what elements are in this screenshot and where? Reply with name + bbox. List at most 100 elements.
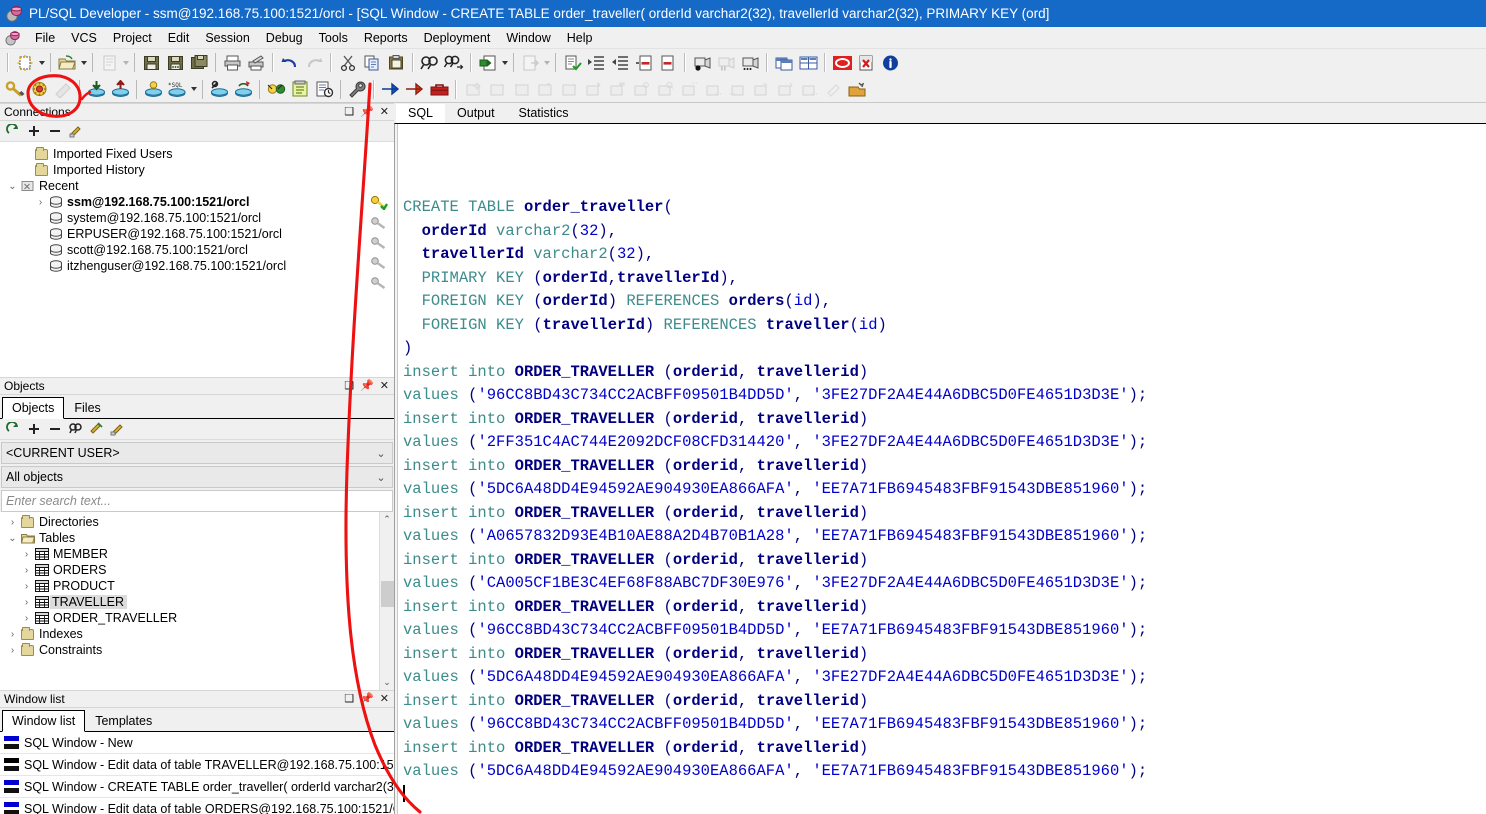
sql-code-line[interactable]: values ('CA005CF1BE3C4EF68F88ABC7DF30E97… (403, 572, 1486, 596)
menu-vcs[interactable]: VCS (63, 29, 105, 47)
cut-icon[interactable] (336, 51, 360, 74)
sql-code-line[interactable]: insert into ORDER_TRAVELLER (orderid, tr… (403, 408, 1486, 432)
connections-toolbar[interactable] (0, 121, 394, 142)
filter-icon[interactable] (87, 420, 106, 439)
tree-item[interactable]: Imported Fixed Users (0, 146, 394, 162)
menu-edit[interactable]: Edit (160, 29, 198, 47)
tree-item[interactable]: › Indexes (0, 626, 379, 642)
sql-code-line[interactable]: CREATE TABLE order_traveller( (403, 196, 1486, 220)
outdent-icon[interactable] (608, 51, 632, 74)
sql-code-line[interactable]: values ('2FF351C4AC744E2092DCF08CFD31442… (403, 431, 1486, 455)
print-setup-icon[interactable] (244, 51, 268, 74)
tree-expander-icon[interactable]: ⌄ (6, 181, 19, 192)
menu-session[interactable]: Session (197, 29, 257, 47)
tree-item[interactable]: system@192.168.75.100:1521/orcl (0, 210, 394, 226)
sql-code-line[interactable]: values ('5DC6A48DD4E94592AE904930EA866AF… (403, 666, 1486, 690)
pdf-icon[interactable] (854, 51, 878, 74)
objects-toolbar[interactable] (0, 419, 394, 440)
import-icon[interactable] (476, 51, 500, 74)
tree-expander-icon[interactable]: › (6, 517, 19, 528)
sql-code-line[interactable]: ) (403, 337, 1486, 361)
sql-code-line[interactable]: orderId varchar2(32), (403, 220, 1486, 244)
sql-code-line[interactable]: values ('96CC8BD43C734CC2ACBFF09501B4DD5… (403, 619, 1486, 643)
save-copy-icon[interactable] (187, 51, 211, 74)
scrollbar-thumb[interactable] (380, 581, 394, 607)
tree-expander-icon[interactable]: › (20, 549, 33, 560)
sql-code-line[interactable]: PRIMARY KEY (orderId,travellerId), (403, 267, 1486, 291)
close-icon[interactable]: ✕ (380, 106, 389, 118)
step-into-icon[interactable] (379, 78, 403, 101)
tree-expander-icon[interactable]: › (20, 565, 33, 576)
menu-tools[interactable]: Tools (311, 29, 356, 47)
sql-code-line[interactable]: FOREIGN KEY (orderId) REFERENCES orders(… (403, 290, 1486, 314)
indent-icon[interactable] (584, 51, 608, 74)
sql-code-line[interactable]: values ('5DC6A48DD4E94592AE904930EA866AF… (403, 478, 1486, 502)
tree-expander-icon[interactable]: › (20, 581, 33, 592)
sql-window-tabs[interactable]: SQL Output Statistics (394, 103, 1486, 123)
sql-code-line[interactable]: FOREIGN KEY (travellerId) REFERENCES tra… (403, 314, 1486, 338)
main-toolbar-row1[interactable] (0, 49, 1486, 76)
cascade-windows-icon[interactable] (772, 51, 796, 74)
preferences-wrench-icon[interactable] (345, 78, 369, 101)
restore-icon[interactable]: ❑ (344, 693, 354, 705)
remove-icon[interactable] (45, 122, 64, 141)
insert-before-icon[interactable] (632, 51, 656, 74)
insert-after-icon[interactable] (656, 51, 680, 74)
tree-item[interactable]: scott@192.168.75.100:1521/orcl (0, 242, 394, 258)
tree-item[interactable]: › TRAVELLER (0, 594, 379, 610)
chevron-up-icon[interactable]: ⌃ (380, 512, 395, 527)
tree-expander-icon[interactable]: › (20, 613, 33, 624)
tab-window-list[interactable]: Window list (2, 710, 86, 732)
scrollbar-track[interactable] (380, 527, 395, 675)
tree-item[interactable]: › PRODUCT (0, 578, 379, 594)
pin-icon[interactable]: 📌 (360, 380, 374, 392)
tree-item[interactable]: ⌄ Tables (0, 530, 379, 546)
chevron-down-icon[interactable]: ⌄ (374, 447, 388, 460)
sql-code-line[interactable]: values ('96CC8BD43C734CC2ACBFF09501B4DD5… (403, 713, 1486, 737)
explain-plan-icon[interactable] (27, 78, 51, 101)
restore-icon[interactable]: ❑ (344, 106, 354, 118)
tab-objects[interactable]: Objects (2, 397, 65, 419)
refresh-icon[interactable] (3, 122, 22, 141)
tile-windows-icon[interactable] (796, 51, 820, 74)
window-list-tabs[interactable]: Window list Templates (0, 708, 394, 732)
tree-expander-icon[interactable]: ⌄ (6, 533, 19, 544)
tree-item[interactable]: › Directories (0, 514, 379, 530)
sql-code-line[interactable]: values ('96CC8BD43C734CC2ACBFF09501B4DD5… (403, 384, 1486, 408)
sql-code-line[interactable]: insert into ORDER_TRAVELLER (orderid, tr… (403, 690, 1486, 714)
close-icon[interactable]: ✕ (380, 380, 389, 392)
edit-icon[interactable] (108, 420, 127, 439)
find-next-icon[interactable] (442, 51, 466, 74)
paste-icon[interactable] (384, 51, 408, 74)
import-table-icon[interactable] (84, 78, 108, 101)
menu-project[interactable]: Project (105, 29, 160, 47)
menu-debug[interactable]: Debug (258, 29, 311, 47)
open-folder-icon[interactable] (55, 51, 79, 74)
sql-code-line[interactable]: insert into ORDER_TRAVELLER (orderid, tr… (403, 643, 1486, 667)
window-list-item[interactable]: SQL Window - Edit data of table TRAVELLE… (0, 754, 394, 776)
copy-icon[interactable] (360, 51, 384, 74)
find-object-icon[interactable] (3, 78, 27, 101)
rollback-icon[interactable] (231, 78, 255, 101)
sql-code-line[interactable]: insert into ORDER_TRAVELLER (orderid, tr… (403, 455, 1486, 479)
sql-code-line[interactable]: insert into ORDER_TRAVELLER (orderid, tr… (403, 502, 1486, 526)
menu-reports[interactable]: Reports (356, 29, 416, 47)
restore-icon[interactable]: ❑ (344, 380, 354, 392)
test-window-icon[interactable] (207, 78, 231, 101)
session-log-icon[interactable] (312, 78, 336, 101)
main-toolbar-row2[interactable]: *SQL (0, 76, 1486, 103)
sql-code-line[interactable]: insert into ORDER_TRAVELLER (orderid, tr… (403, 549, 1486, 573)
sql-editor[interactable]: CREATE TABLE order_traveller( orderId va… (394, 122, 1486, 814)
tree-item[interactable]: ⌄ Recent (0, 178, 394, 194)
tab-output[interactable]: Output (445, 103, 507, 123)
chevron-down-icon[interactable]: ⌄ (380, 675, 395, 690)
add-icon[interactable] (24, 420, 43, 439)
edit-connection-icon[interactable] (66, 122, 85, 141)
tree-item[interactable]: › MEMBER (0, 546, 379, 562)
connections-tree[interactable]: Imported Fixed Users Imported History ⌄ Rec… (0, 142, 394, 377)
window-list[interactable]: SQL Window - New SQL Window - Edit data o… (0, 732, 394, 814)
sql-template-icon[interactable]: *SQL (165, 78, 189, 101)
tree-item[interactable]: › ORDERS (0, 562, 379, 578)
find-icon[interactable] (66, 420, 85, 439)
pin-icon[interactable]: 📌 (360, 693, 374, 705)
